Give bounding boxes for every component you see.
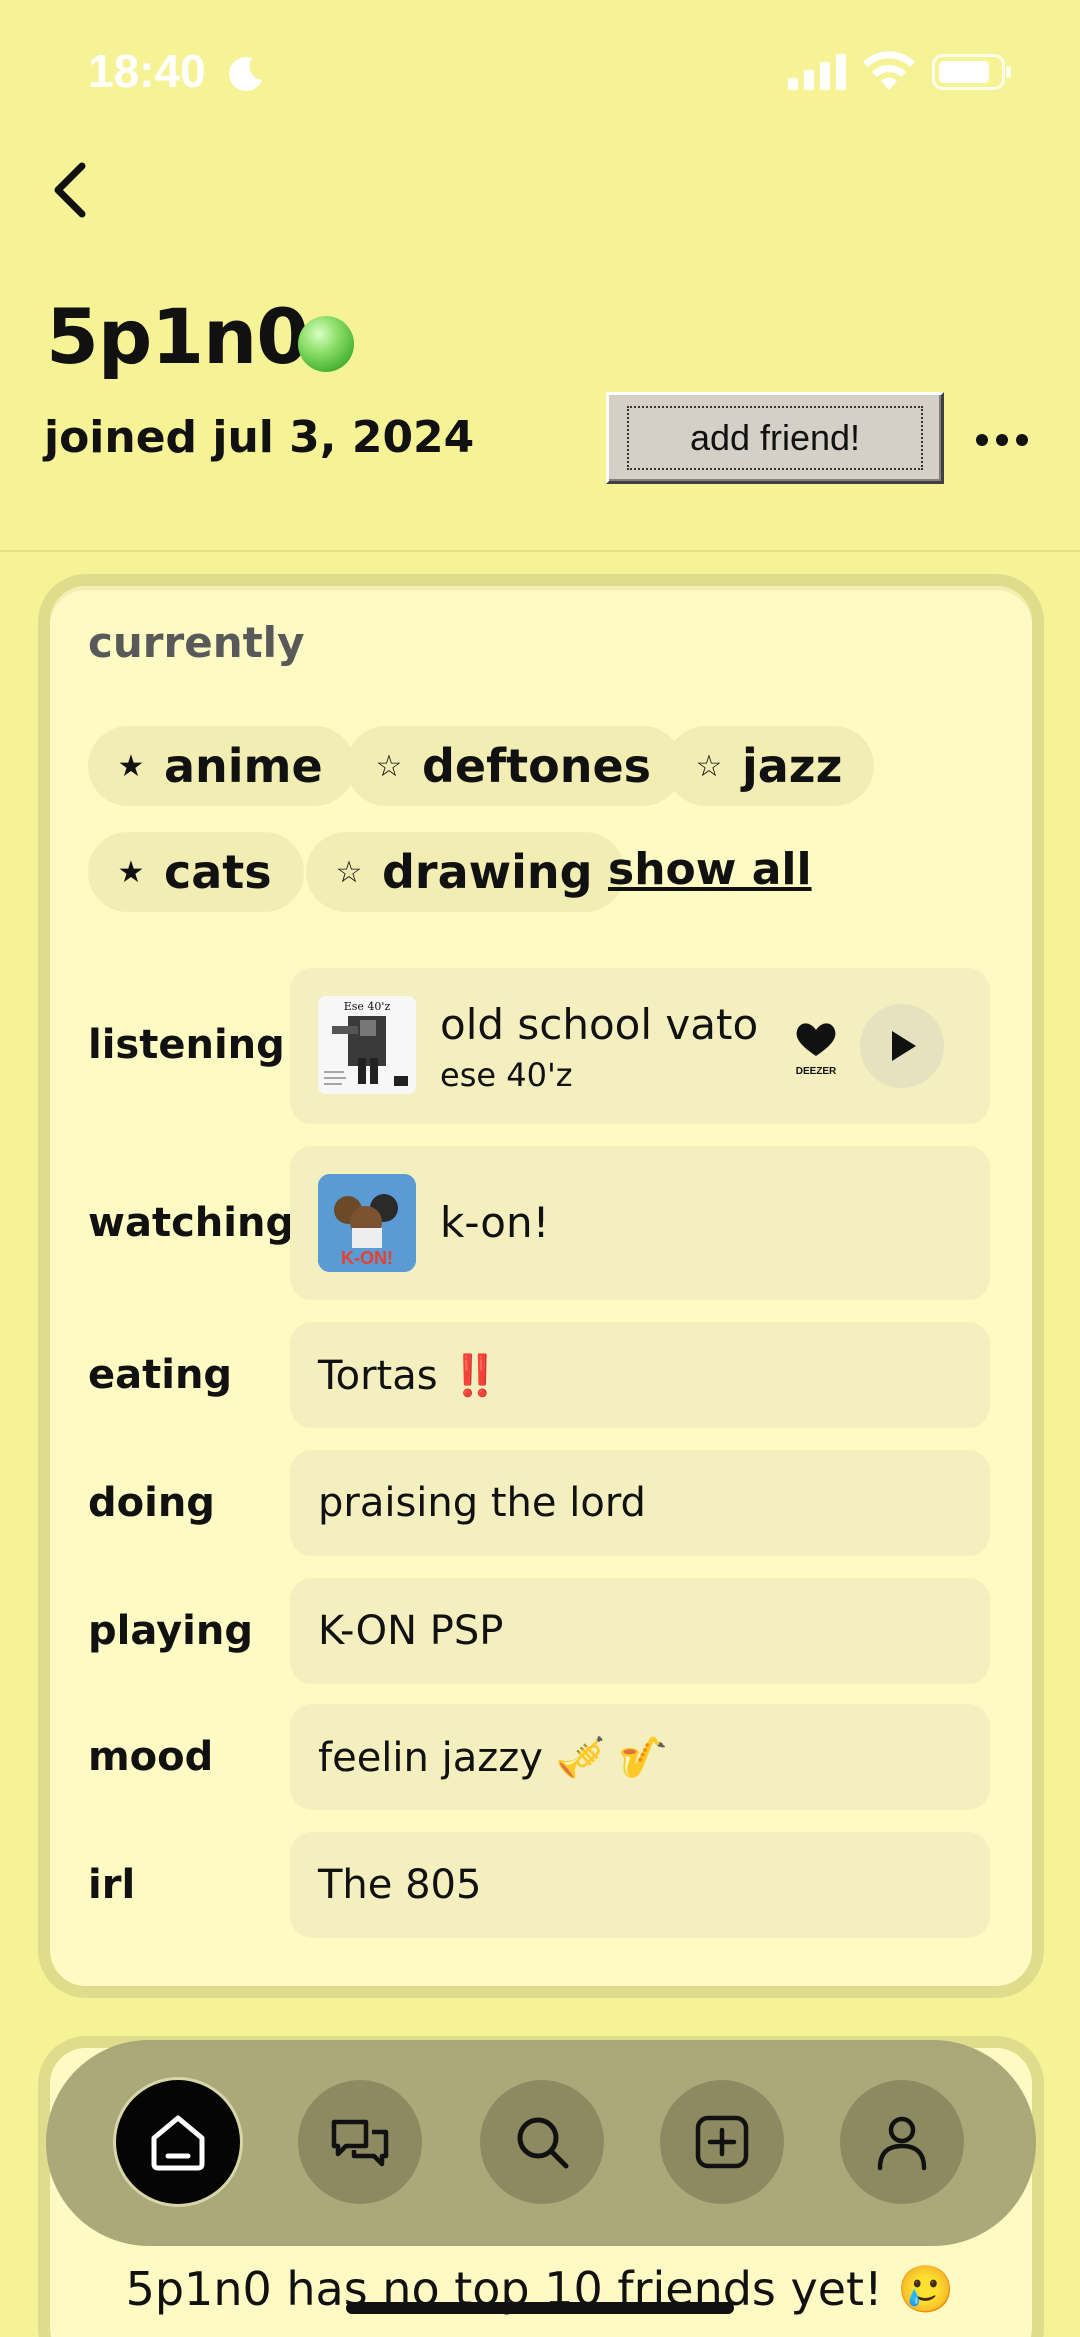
- row-label-listening: listening: [88, 1022, 285, 1068]
- interest-chip-deftones[interactable]: ☆ deftones: [346, 726, 684, 806]
- show-art: K-ON!: [318, 1174, 416, 1272]
- deezer-icon: DEEZER: [796, 1023, 837, 1077]
- star-outline-icon: ☆: [375, 748, 403, 784]
- row-label-mood: mood: [88, 1734, 214, 1780]
- mood-value: feelin jazzy 🎺 🎷: [318, 1735, 668, 1781]
- watching-value: k-on!: [440, 1198, 550, 1247]
- star-outline-icon: ☆: [335, 854, 363, 890]
- play-button[interactable]: [860, 1004, 944, 1088]
- status-bar: 18:40: [0, 0, 1080, 140]
- battery-icon: [932, 54, 1011, 90]
- star-filled-icon: ★: [117, 854, 145, 890]
- tab-create[interactable]: [660, 2080, 784, 2204]
- row-label-watching: watching: [88, 1200, 295, 1246]
- playing-value: K-ON PSP: [318, 1608, 504, 1654]
- signal-icon: [788, 54, 846, 90]
- tab-messages[interactable]: [298, 2080, 422, 2204]
- chip-label: drawing: [382, 845, 593, 899]
- currently-title: currently: [88, 618, 305, 667]
- profile-icon: [877, 2116, 927, 2171]
- chip-label: jazz: [742, 739, 843, 793]
- star-outline-icon: ☆: [695, 748, 723, 784]
- tab-home[interactable]: [116, 2080, 240, 2204]
- profile-username: 5p1n0: [46, 292, 309, 381]
- show-all-link[interactable]: show all: [608, 844, 812, 895]
- home-icon: [151, 2115, 205, 2171]
- song-title: old school vato: [440, 1000, 759, 1049]
- back-button[interactable]: [42, 154, 102, 226]
- chip-label: deftones: [422, 739, 652, 793]
- row-label-playing: playing: [88, 1608, 253, 1654]
- home-indicator: [346, 2302, 734, 2314]
- irl-value: The 805: [318, 1862, 482, 1908]
- status-time: 18:40: [88, 45, 206, 97]
- add-friend-label: add friend!: [627, 406, 923, 470]
- tab-search[interactable]: [480, 2080, 604, 2204]
- row-label-irl: irl: [88, 1862, 136, 1908]
- interest-chip-drawing[interactable]: ☆ drawing: [306, 832, 625, 912]
- play-icon: [892, 1031, 916, 1061]
- row-label-eating: eating: [88, 1352, 233, 1398]
- row-label-doing: doing: [88, 1480, 215, 1526]
- messages-icon: [331, 2119, 389, 2167]
- album-art-text: Ese 40'z: [344, 1000, 391, 1013]
- add-friend-button[interactable]: add friend!: [606, 392, 944, 484]
- create-icon: [695, 2115, 749, 2169]
- chip-label: anime: [164, 739, 323, 793]
- tab-profile[interactable]: [840, 2080, 964, 2204]
- deezer-label: DEEZER: [796, 1066, 837, 1077]
- interest-chip-cats[interactable]: ★ cats: [88, 832, 304, 912]
- joined-date: joined jul 3, 2024: [44, 412, 475, 463]
- interest-chip-jazz[interactable]: ☆ jazz: [666, 726, 875, 806]
- show-art-text: K-ON!: [341, 1248, 393, 1268]
- moon-icon: [229, 56, 262, 91]
- star-filled-icon: ★: [117, 748, 145, 784]
- search-icon: [517, 2117, 569, 2169]
- album-art: Ese 40'z: [318, 996, 416, 1094]
- wifi-icon: [863, 51, 915, 90]
- online-status-indicator: [298, 316, 354, 372]
- chip-label: cats: [164, 845, 272, 899]
- song-artist: ese 40'z: [440, 1056, 573, 1094]
- more-options-icon[interactable]: [972, 424, 1032, 456]
- eating-value: Tortas ‼️: [318, 1353, 501, 1399]
- header-divider: [0, 550, 1080, 552]
- doing-value: praising the lord: [318, 1480, 646, 1526]
- interest-chip-anime[interactable]: ★ anime: [88, 726, 355, 806]
